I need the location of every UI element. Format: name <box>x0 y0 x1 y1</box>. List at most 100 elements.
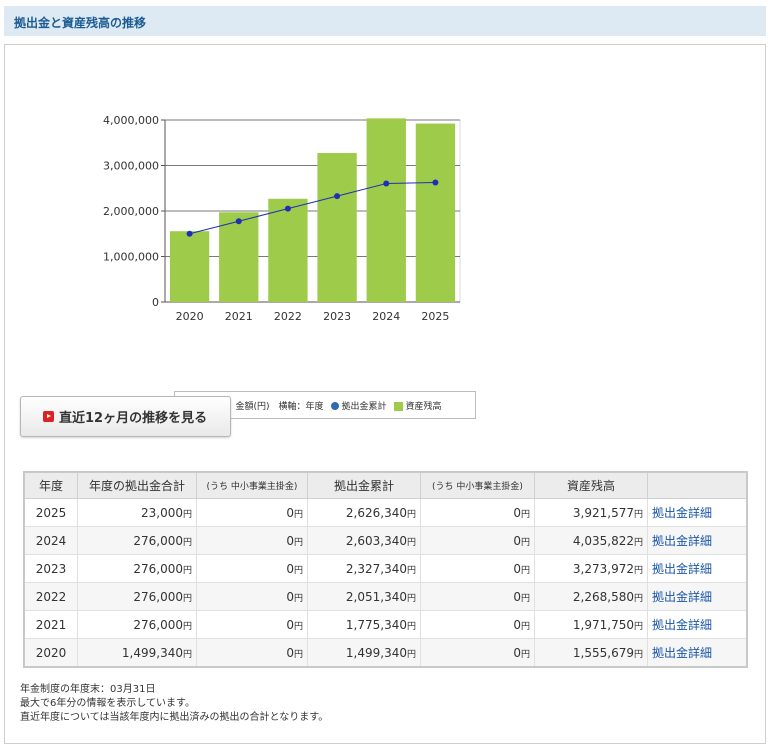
y-tick-label: 2,000,000 <box>103 205 159 218</box>
cell-sme1: 0円 <box>196 498 308 527</box>
yen-unit: 円 <box>633 649 643 660</box>
cell-cum: 2,327,340円 <box>307 554 421 583</box>
yen-unit: 円 <box>406 621 416 632</box>
bar-2022 <box>268 198 308 302</box>
table-row: 2021 276,000円 0円 1,775,340円 0円 1,971,750円 拠出金詳… <box>23 610 748 639</box>
table-row: 2023 276,000円 0円 2,327,340円 0円 3,273,972円 拠出金詳… <box>23 554 748 583</box>
cumulative-point-2022 <box>284 205 291 212</box>
yen-unit: 円 <box>633 565 643 576</box>
y-tick-label: 3,000,000 <box>103 160 159 173</box>
cell-year: 2022 <box>23 582 78 611</box>
cell-sme1: 0円 <box>196 526 308 555</box>
yen-unit: 円 <box>633 537 643 548</box>
cell-link-value: 拠出金詳細 <box>652 506 713 520</box>
table-row: 2020 1,499,340円 0円 1,499,340円 0円 1,555,679円 拠出… <box>23 638 748 668</box>
yen-unit: 円 <box>406 565 416 576</box>
contribution-detail-link[interactable]: 拠出金詳細 <box>647 554 748 583</box>
cell-cum-value: 2,626,340 <box>345 505 407 520</box>
yen-unit: 円 <box>633 509 643 520</box>
cell-assets: 2,268,580円 <box>534 582 648 611</box>
cell-total-value: 276,000 <box>133 533 183 548</box>
cell-link-value: 拠出金詳細 <box>652 646 713 660</box>
table-header-row: 年度 年度の拠出金合計 (うち 中小事業主掛金) 拠出金累計 (うち 中小事業主… <box>23 471 748 499</box>
cell-assets: 1,555,679円 <box>534 638 648 668</box>
cell-total: 23,000円 <box>77 498 197 527</box>
contribution-detail-link[interactable]: 拠出金詳細 <box>647 582 748 611</box>
legend-line-item: 拠出金累計 <box>330 399 387 412</box>
recent-12-months-label: 直近12ヶ月の推移を見る <box>59 411 208 426</box>
cell-assets-value: 3,273,972 <box>572 561 634 576</box>
cell-total: 276,000円 <box>77 610 197 639</box>
bar-2021 <box>219 212 259 302</box>
cell-sme1: 0円 <box>196 610 308 639</box>
note-current-year: 直近年度については当該年度内に拠出済みの拠出の合計となります。 <box>20 712 329 723</box>
yen-unit: 円 <box>633 593 643 604</box>
cell-sme1-value: 0 <box>286 505 294 520</box>
cell-cum-value: 2,327,340 <box>345 561 407 576</box>
y-tick-label: 0 <box>152 296 159 309</box>
cumulative-point-2024 <box>383 180 390 187</box>
cell-cum: 2,051,340円 <box>307 582 421 611</box>
contribution-detail-link[interactable]: 拠出金詳細 <box>647 498 748 527</box>
yen-unit: 円 <box>293 537 303 548</box>
cell-year: 2025 <box>23 498 78 527</box>
cell-assets: 3,921,577円 <box>534 498 648 527</box>
cell-sme2: 0円 <box>420 526 535 555</box>
cell-assets-value: 4,035,822 <box>572 533 634 548</box>
table-body: 2025 23,000円 0円 2,626,340円 0円 3,921,577円 拠出金詳細… <box>23 498 748 668</box>
cumulative-point-2021 <box>235 218 242 225</box>
legend-dot-icon <box>330 402 339 410</box>
cell-assets: 4,035,822円 <box>534 526 648 555</box>
cell-cum-value: 2,051,340 <box>345 589 407 604</box>
cell-sme1-value: 0 <box>286 561 294 576</box>
yen-unit: 円 <box>293 649 303 660</box>
note-fiscal-year-end: 年金制度の年度末：03月31日 <box>20 684 156 695</box>
note-max-years: 最大で6年分の情報を表示しています。 <box>20 698 196 709</box>
bar-2024 <box>366 118 406 302</box>
cell-sme2: 0円 <box>420 582 535 611</box>
cell-total-value: 1,499,340 <box>121 645 183 660</box>
x-tick-label: 2025 <box>421 310 449 323</box>
cell-year-value: 2024 <box>35 533 67 548</box>
cell-year: 2020 <box>23 638 78 668</box>
x-tick-label: 2022 <box>274 310 302 323</box>
cell-assets-value: 3,921,577 <box>572 505 634 520</box>
yen-unit: 円 <box>182 565 192 576</box>
yen-unit: 円 <box>293 593 303 604</box>
legend-square-icon <box>393 401 403 411</box>
cell-assets-value: 2,268,580 <box>572 589 634 604</box>
cell-sme2-value: 0 <box>513 645 521 660</box>
table-row: 2025 23,000円 0円 2,626,340円 0円 3,921,577円 拠出金詳細 <box>23 498 748 527</box>
header-annual-total: 年度の拠出金合計 <box>77 471 197 499</box>
yen-unit: 円 <box>293 621 303 632</box>
contribution-detail-link[interactable]: 拠出金詳細 <box>647 638 748 668</box>
yen-unit: 円 <box>182 593 192 604</box>
cell-year-value: 2021 <box>35 617 67 632</box>
cumulative-point-2025 <box>432 179 439 186</box>
cell-cum-value: 2,603,340 <box>345 533 407 548</box>
contribution-detail-link[interactable]: 拠出金詳細 <box>647 610 748 639</box>
x-tick-label: 2023 <box>323 310 351 323</box>
header-year: 年度 <box>23 471 78 499</box>
cell-cum-value: 1,499,340 <box>345 645 407 660</box>
y-tick-label: 1,000,000 <box>103 251 159 264</box>
cell-cum: 1,499,340円 <box>307 638 421 668</box>
yen-unit: 円 <box>406 509 416 520</box>
recent-12-months-button[interactable]: 直近12ヶ月の推移を見る <box>20 396 231 437</box>
yen-unit: 円 <box>520 621 530 632</box>
cell-total: 1,499,340円 <box>77 638 197 668</box>
yen-unit: 円 <box>182 509 192 520</box>
yen-unit: 円 <box>182 621 192 632</box>
yen-unit: 円 <box>520 509 530 520</box>
cell-sme2-value: 0 <box>513 533 521 548</box>
cell-total: 276,000円 <box>77 526 197 555</box>
yen-unit: 円 <box>182 649 192 660</box>
cell-sme1: 0円 <box>196 554 308 583</box>
cell-year-value: 2022 <box>35 589 67 604</box>
yen-unit: 円 <box>520 565 530 576</box>
header-link <box>647 471 748 499</box>
cell-year-value: 2020 <box>35 645 67 660</box>
cell-sme1-value: 0 <box>286 617 294 632</box>
contribution-detail-link[interactable]: 拠出金詳細 <box>647 526 748 555</box>
footnotes: 年金制度の年度末：03月31日 最大で6年分の情報を表示しています。 直近年度に… <box>20 683 328 725</box>
